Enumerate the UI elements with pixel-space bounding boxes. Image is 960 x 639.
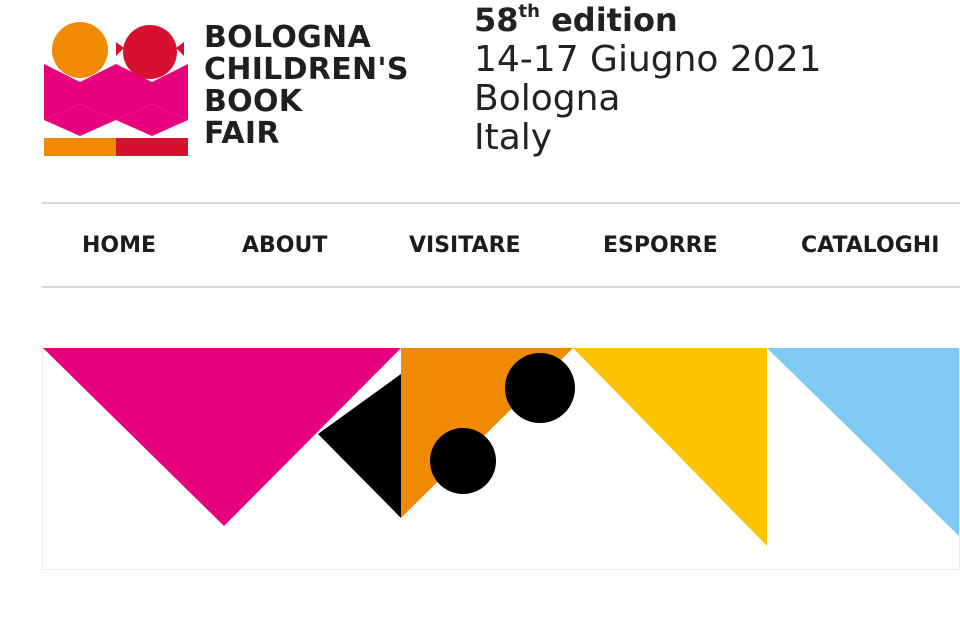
edition-number: 58 (474, 1, 519, 39)
edition-suffix: th (518, 1, 540, 22)
black-dot-large (505, 353, 575, 423)
edition-title: 58th edition (474, 0, 822, 40)
logo-wordmark[interactable]: BOLOGNA CHILDREN'S BOOK FAIR (204, 22, 409, 150)
nav-item-about[interactable]: ABOUT (242, 232, 327, 260)
nav-item-home[interactable]: HOME (82, 232, 156, 260)
event-info: 58th edition 14-17 Giugno 2021 Bologna I… (474, 0, 822, 157)
light-blue-triangle (767, 348, 959, 537)
logo-line-3: BOOK (204, 84, 303, 119)
logo-line-1: BOLOGNA (204, 20, 371, 55)
yellow-triangle (573, 348, 767, 546)
page: BOLOGNA CHILDREN'S BOOK FAIR 58th editio… (0, 0, 960, 639)
black-dot-small (430, 428, 496, 494)
fair-logo[interactable] (44, 20, 188, 160)
logo-mark-icon (44, 22, 188, 156)
geometric-banner-graphic (43, 348, 959, 546)
logo-line-2: CHILDREN'S (204, 52, 409, 87)
event-city: Bologna (474, 78, 621, 119)
event-dates: 14-17 Giugno 2021 (474, 39, 822, 80)
main-nav: HOME ABOUT VISITARE ESPORRE CATALOGHI (42, 202, 960, 288)
nav-item-esporre[interactable]: ESPORRE (603, 232, 718, 260)
logo-line-4: FAIR (204, 116, 280, 151)
hero-banner[interactable] (42, 348, 960, 570)
event-country: Italy (474, 117, 553, 158)
nav-item-cataloghi[interactable]: CATALOGHI (801, 232, 939, 260)
nav-item-visitare[interactable]: VISITARE (409, 232, 521, 260)
edition-word: edition (551, 1, 678, 39)
